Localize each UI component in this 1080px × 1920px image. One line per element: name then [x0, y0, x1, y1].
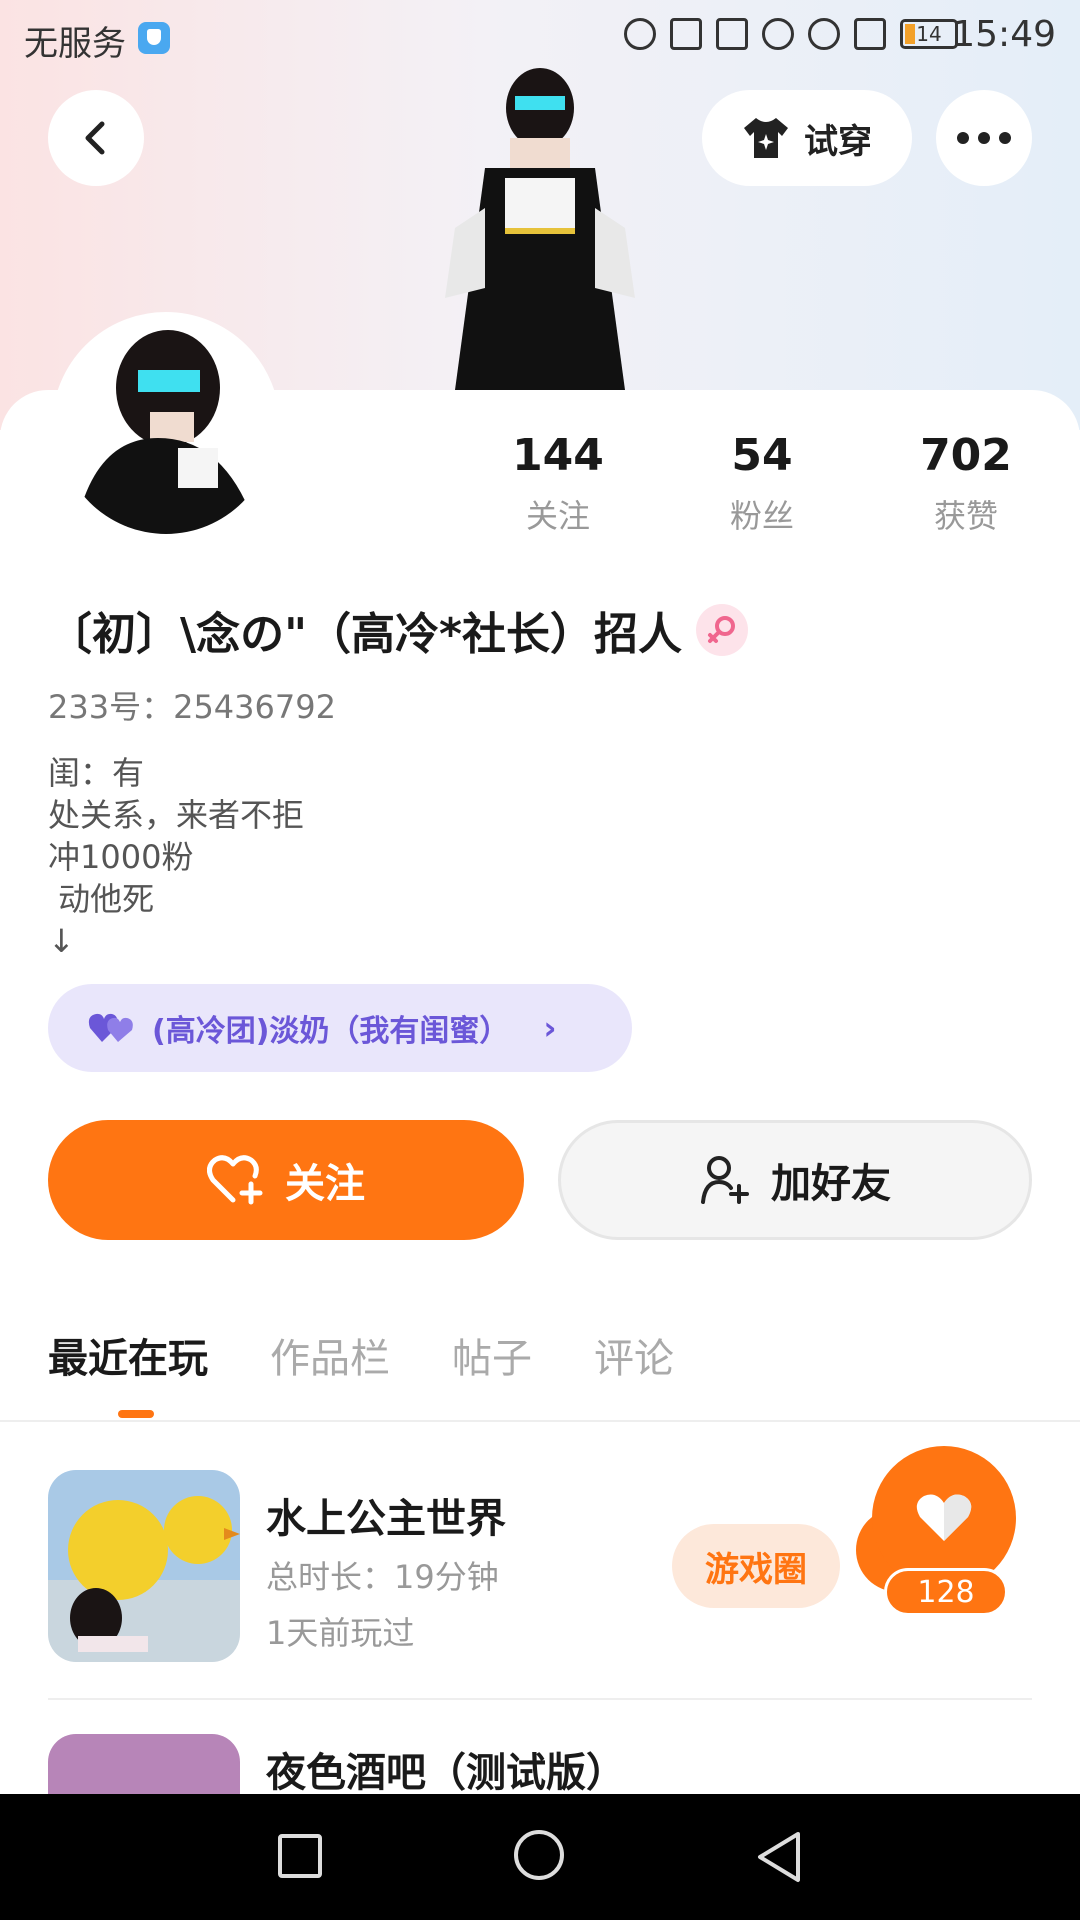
- like-button[interactable]: 128: [856, 1446, 1016, 1638]
- double-heart-icon: [88, 1013, 133, 1042]
- status-icons: 14: [624, 18, 958, 50]
- user-id: 233号：25436792: [48, 688, 336, 726]
- avatar[interactable]: [52, 312, 280, 540]
- game-duration: 总时长：19分钟: [266, 1558, 499, 1596]
- tab-comments[interactable]: 评论: [594, 1326, 674, 1384]
- stat-following[interactable]: 144 关注: [478, 430, 638, 537]
- follow-label: 关注: [285, 1161, 365, 1207]
- back-triangle-icon[interactable]: [754, 1830, 804, 1884]
- list-item[interactable]: 夜色酒吧（测试版）: [48, 1734, 1032, 1794]
- profile-name-row: 〔初〕\念の"（高冷*社长）招人: [48, 598, 749, 662]
- game-thumbnail[interactable]: [48, 1470, 240, 1662]
- wifi-icon: [808, 18, 840, 50]
- system-nav-bar: [0, 1794, 1080, 1920]
- stat-value: 54: [731, 430, 793, 481]
- battery-icon: 14: [900, 19, 958, 49]
- carrier-label: 无服务: [24, 24, 126, 64]
- profile-bio: 闺：有 处关系，来者不拒 冲1000粉 动他死 ↓: [48, 754, 305, 960]
- chevron-right-icon: ›: [543, 1009, 557, 1047]
- list-item[interactable]: 水上公主世界 总时长：19分钟 1天前玩过 游戏圈 128: [48, 1446, 1032, 1662]
- recents-icon[interactable]: [278, 1834, 322, 1878]
- more-button[interactable]: [936, 90, 1032, 186]
- profile-tabs: 最近在玩 作品栏 帖子 评论: [48, 1326, 674, 1418]
- clock: 15:49: [952, 14, 1056, 55]
- relationship-label: (高冷团)淡奶（我有闺蜜）: [152, 1014, 510, 1049]
- heart-plus-icon: [207, 1155, 263, 1205]
- add-friend-label: 加好友: [771, 1161, 891, 1207]
- like-count: 128: [884, 1568, 1008, 1616]
- bluetooth-icon: [670, 18, 702, 50]
- follow-button[interactable]: 关注: [48, 1120, 524, 1240]
- add-user-icon: [701, 1156, 749, 1204]
- stat-followers[interactable]: 54 粉丝: [682, 430, 842, 537]
- character-model-image: [445, 68, 635, 390]
- sim-alert-icon: [854, 18, 886, 50]
- status-bar: 无服务 14 15:49: [0, 0, 1080, 76]
- tab-recently-played[interactable]: 最近在玩: [48, 1326, 208, 1418]
- try-on-label: 试穿: [804, 121, 872, 162]
- avatar-image: [58, 318, 274, 534]
- game-title: 水上公主世界: [266, 1496, 506, 1542]
- home-icon[interactable]: [514, 1830, 564, 1880]
- chevron-left-icon: [85, 121, 105, 155]
- add-friend-button[interactable]: 加好友: [558, 1120, 1032, 1240]
- stat-label: 粉丝: [729, 497, 794, 535]
- hd-call-icon: [624, 18, 656, 50]
- security-shield-icon: [138, 22, 170, 54]
- eye-comfort-icon: [762, 18, 794, 50]
- more-dots-icon: [957, 132, 1011, 144]
- stat-likes[interactable]: 702 获赞: [886, 430, 1046, 537]
- game-thumbnail[interactable]: [48, 1734, 240, 1794]
- tab-works[interactable]: 作品栏: [270, 1326, 390, 1384]
- back-button[interactable]: [48, 90, 144, 186]
- tab-posts[interactable]: 帖子: [452, 1326, 532, 1384]
- tshirt-icon: [744, 118, 788, 158]
- stat-label: 获赞: [933, 497, 998, 535]
- female-gender-icon: [696, 604, 749, 656]
- profile-name: 〔初〕\念の"（高冷*社长）招人: [48, 609, 683, 660]
- stat-value: 702: [920, 430, 1012, 481]
- divider: [48, 1698, 1032, 1700]
- game-last-played: 1天前玩过: [266, 1614, 415, 1652]
- relationship-badge[interactable]: (高冷团)淡奶（我有闺蜜） ›: [48, 984, 632, 1072]
- vibrate-icon: [716, 18, 748, 50]
- try-on-button[interactable]: 试穿: [702, 90, 912, 186]
- game-circle-button[interactable]: 游戏圈: [672, 1524, 840, 1608]
- heart-icon: [916, 1494, 972, 1541]
- stat-value: 144: [512, 430, 604, 481]
- stat-label: 关注: [525, 497, 590, 535]
- game-title: 夜色酒吧（测试版）: [266, 1750, 626, 1794]
- divider: [0, 1420, 1080, 1422]
